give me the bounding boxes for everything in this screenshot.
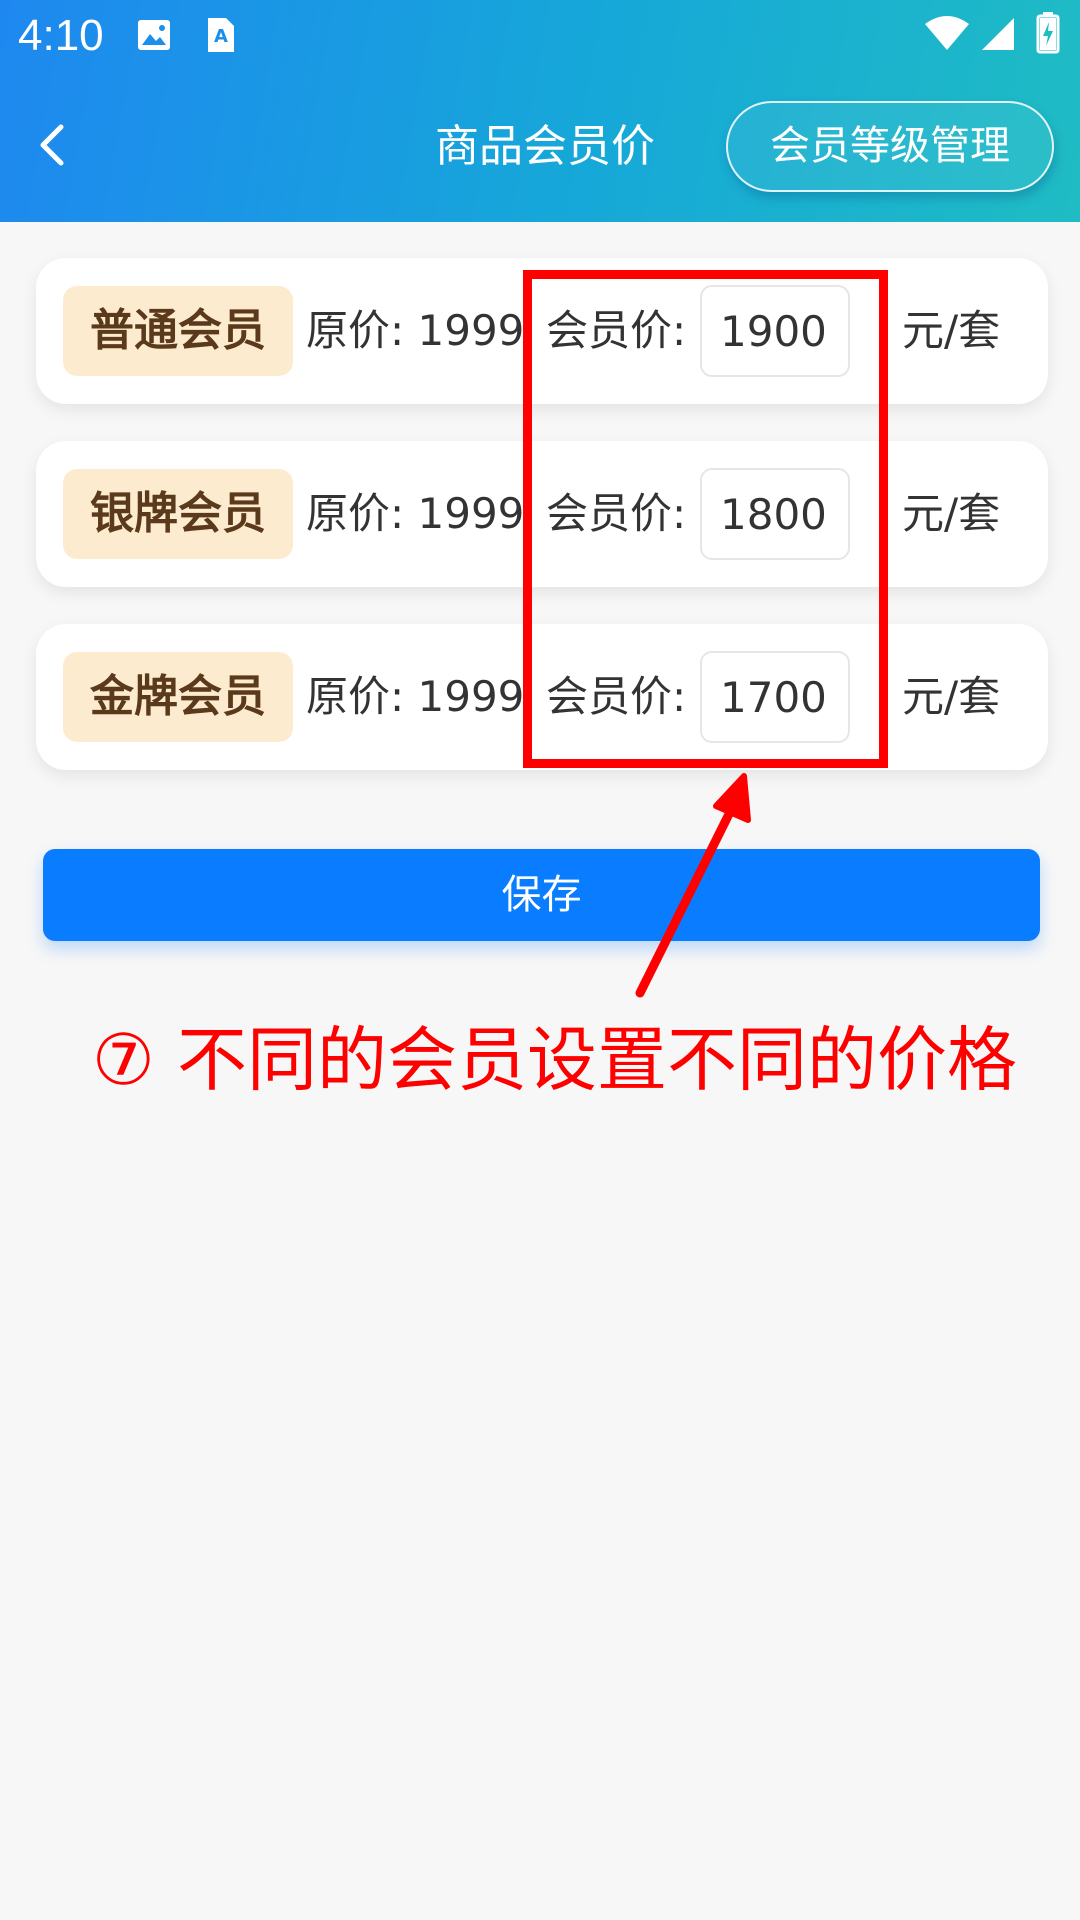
app-screen: 4:10 A 商品会员价 会员等级管理 普通会员 原价: 1999 会员价: 1…: [0, 0, 1080, 1920]
annotation-text: ⑦ 不同的会员设置不同的价格: [92, 1019, 1018, 1101]
annotation-arrow: [635, 773, 751, 998]
